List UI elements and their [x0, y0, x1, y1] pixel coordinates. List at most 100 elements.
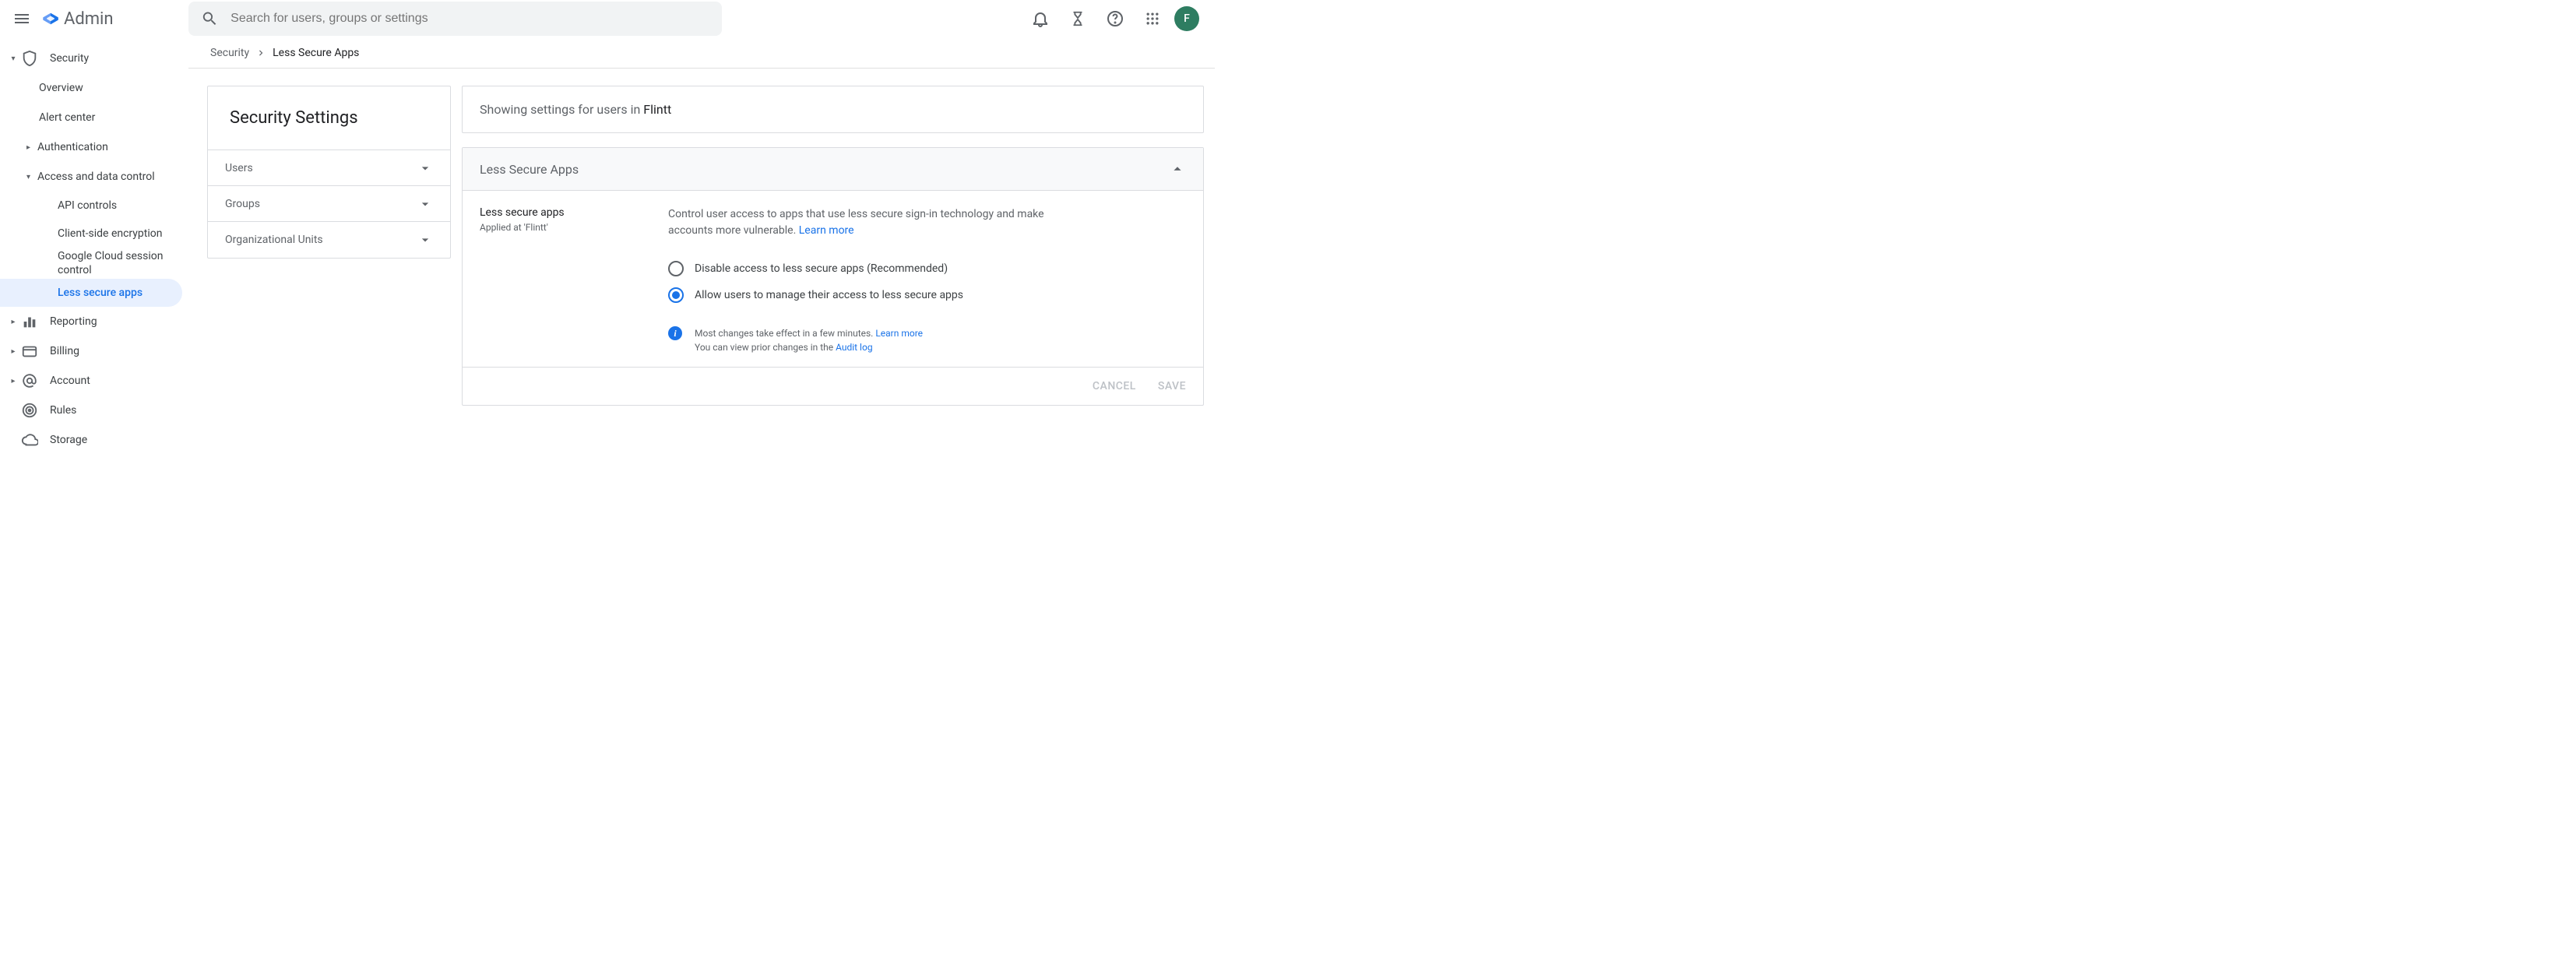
sidebar-item-reporting[interactable]: ▸ Reporting	[0, 307, 188, 336]
lsa-setting-meta: Less secure apps Applied at 'Flintt'	[480, 206, 662, 359]
sidebar-item-label: Alert center	[39, 111, 95, 124]
sidebar-item-label: Reporting	[50, 315, 97, 328]
sidebar-item-less-secure-apps[interactable]: Less secure apps	[0, 279, 182, 307]
learn-more-link[interactable]: Learn more	[799, 224, 854, 237]
main-menu-button[interactable]	[6, 3, 37, 34]
breadcrumb-security[interactable]: Security	[210, 47, 249, 59]
lsa-radio-group: Disable access to less secure apps (Reco…	[668, 261, 1057, 303]
lsa-description: Control user access to apps that use les…	[668, 206, 1057, 239]
admin-logo-icon	[40, 9, 61, 29]
sidebar-item-label: Authentication	[37, 141, 108, 153]
search-input[interactable]	[231, 12, 709, 26]
help-icon	[1106, 9, 1124, 28]
scope-org-name: Flintt	[643, 102, 671, 117]
help-button[interactable]	[1100, 3, 1131, 34]
account-avatar[interactable]: F	[1174, 6, 1199, 31]
panel-title: Security Settings	[208, 86, 450, 150]
apps-button[interactable]	[1137, 3, 1168, 34]
sidebar-item-gcloud-session[interactable]: Google Cloud session control	[0, 248, 188, 279]
lsa-info-note: i Most changes take effect in a few minu…	[668, 326, 1057, 359]
sidebar-item-label: Access and data control	[37, 171, 155, 183]
chevron-up-icon	[1169, 160, 1186, 178]
apps-grid-icon	[1145, 11, 1160, 26]
settings-scope-panel: Security Settings Users Groups Organizat…	[207, 86, 451, 259]
cancel-button[interactable]: CANCEL	[1093, 380, 1136, 392]
settings-detail-column: Showing settings for users in Flintt Les…	[462, 86, 1204, 406]
lsa-card-header[interactable]: Less Secure Apps	[463, 148, 1203, 191]
sidebar-item-rules[interactable]: Rules	[0, 396, 188, 425]
filter-label: Users	[225, 162, 253, 174]
bar-chart-icon	[20, 313, 39, 330]
learn-more-link[interactable]: Learn more	[875, 328, 923, 339]
filter-groups[interactable]: Groups	[208, 186, 450, 222]
sidebar-item-label: Storage	[50, 434, 87, 446]
audit-log-link[interactable]: Audit log	[836, 342, 872, 353]
breadcrumb: Security Less Secure Apps	[188, 37, 1215, 69]
sidebar-item-alert-center[interactable]: Alert center	[0, 103, 188, 132]
chevron-right-icon: ▸	[9, 318, 17, 326]
sidebar-item-label: Overview	[39, 82, 83, 94]
radio-icon	[668, 261, 684, 276]
sidebar-item-label: Less secure apps	[58, 286, 143, 300]
chevron-down-icon	[417, 232, 433, 248]
radio-label: Allow users to manage their access to le…	[695, 289, 963, 301]
sidebar-item-storage[interactable]: Storage	[0, 425, 188, 455]
main-content: Security Less Secure Apps Security Setti…	[188, 37, 1215, 455]
chevron-down-icon	[417, 196, 433, 212]
less-secure-apps-card: Less Secure Apps Less secure apps Applie…	[462, 147, 1204, 406]
filter-users[interactable]: Users	[208, 150, 450, 186]
notifications-button[interactable]	[1025, 3, 1056, 34]
credit-card-icon	[20, 343, 39, 360]
filter-label: Groups	[225, 198, 260, 210]
lsa-card-footer: CANCEL SAVE	[463, 367, 1203, 405]
app-header: Admin F	[0, 0, 1215, 37]
chevron-right-icon	[255, 47, 266, 58]
chevron-down-icon: ▾	[26, 173, 37, 181]
sidebar-item-overview[interactable]: Overview	[0, 73, 188, 103]
chevron-right-icon: ▸	[9, 377, 17, 385]
sidebar-item-access-data-control[interactable]: ▾ Access and data control	[0, 162, 188, 192]
sidebar-item-label: Google Cloud session control	[58, 249, 179, 277]
sidebar-item-client-side-encryption[interactable]: Client-side encryption	[0, 220, 188, 248]
scope-prefix: Showing settings for users in	[480, 102, 643, 117]
sidebar-item-label: Security	[50, 52, 89, 65]
sidebar-item-label: Rules	[50, 404, 76, 417]
sidebar-item-security[interactable]: ▾ Security	[0, 44, 188, 73]
brand-logo[interactable]: Admin	[40, 9, 114, 29]
chevron-right-icon: ▸	[26, 143, 37, 152]
at-sign-icon	[20, 372, 39, 389]
target-icon	[20, 402, 39, 419]
brand-name: Admin	[64, 9, 114, 29]
sidebar-item-label: API controls	[58, 199, 117, 213]
radio-label: Disable access to less secure apps (Reco…	[695, 262, 948, 275]
radio-icon	[668, 287, 684, 303]
lsa-card-title: Less Secure Apps	[480, 162, 579, 177]
tasks-button[interactable]	[1062, 3, 1093, 34]
chevron-down-icon	[417, 160, 433, 176]
breadcrumb-current: Less Secure Apps	[273, 47, 359, 59]
filter-org-units[interactable]: Organizational Units	[208, 222, 450, 258]
save-button[interactable]: SAVE	[1158, 380, 1186, 392]
sidebar-item-label: Billing	[50, 345, 79, 357]
radio-disable-access[interactable]: Disable access to less secure apps (Reco…	[668, 261, 1057, 276]
radio-allow-manage[interactable]: Allow users to manage their access to le…	[668, 287, 1057, 303]
search-bar[interactable]	[188, 2, 722, 36]
scope-indicator-card: Showing settings for users in Flintt	[462, 86, 1204, 133]
chevron-down-icon: ▾	[9, 55, 17, 63]
bell-icon	[1031, 9, 1050, 28]
sidebar-nav: ▾ Security Overview Alert center ▸ Authe…	[0, 37, 188, 455]
sidebar-item-api-controls[interactable]: API controls	[0, 192, 188, 220]
lsa-setting-controls: Control user access to apps that use les…	[668, 206, 1057, 359]
info-icon: i	[668, 326, 682, 340]
sidebar-item-account[interactable]: ▸ Account	[0, 366, 188, 396]
sidebar-item-billing[interactable]: ▸ Billing	[0, 336, 188, 366]
cloud-icon	[20, 431, 39, 449]
hourglass-icon	[1069, 10, 1086, 27]
lsa-applied-at: Applied at 'Flintt'	[480, 222, 662, 233]
sidebar-item-label: Account	[50, 375, 90, 387]
lsa-setting-name: Less secure apps	[480, 206, 662, 219]
chevron-right-icon: ▸	[9, 347, 17, 356]
lsa-card-body: Less secure apps Applied at 'Flintt' Con…	[463, 191, 1203, 367]
sidebar-item-authentication[interactable]: ▸ Authentication	[0, 132, 188, 162]
sidebar-item-label: Client-side encryption	[58, 227, 162, 241]
